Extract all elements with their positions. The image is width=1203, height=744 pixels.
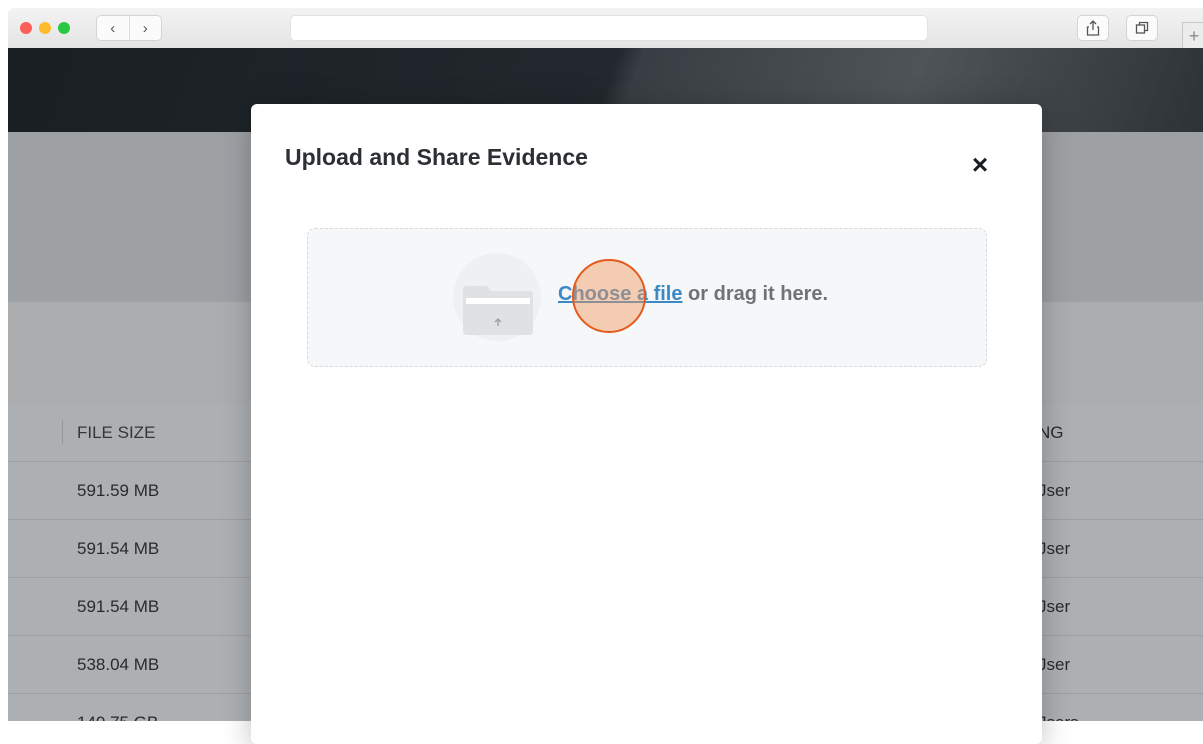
tabs-icon xyxy=(1135,21,1149,34)
drag-instruction: or drag it here. xyxy=(682,283,829,305)
share-button[interactable] xyxy=(1077,15,1109,41)
file-dropzone[interactable]: Choose a file or drag it here. xyxy=(307,228,987,367)
minimize-window-button[interactable] xyxy=(39,22,51,34)
folder-upload-icon xyxy=(453,253,541,341)
zoom-window-button[interactable] xyxy=(58,22,70,34)
folder-icon xyxy=(463,286,533,335)
forward-icon[interactable]: › xyxy=(128,16,162,40)
close-window-button[interactable] xyxy=(20,22,32,34)
share-icon xyxy=(1086,20,1100,36)
modal-title: Upload and Share Evidence xyxy=(285,144,588,170)
address-bar[interactable] xyxy=(290,15,928,41)
close-icon[interactable]: × xyxy=(965,150,995,180)
back-icon[interactable]: ‹ xyxy=(97,16,129,40)
upload-evidence-modal: Upload and Share Evidence × Choose a fil… xyxy=(251,104,1042,744)
click-indicator xyxy=(572,259,646,333)
browser-toolbar: ‹ › + xyxy=(8,8,1203,49)
show-tabs-button[interactable] xyxy=(1126,15,1158,41)
new-tab-button[interactable]: + xyxy=(1182,22,1203,49)
navigation-buttons: ‹ › xyxy=(96,15,162,41)
